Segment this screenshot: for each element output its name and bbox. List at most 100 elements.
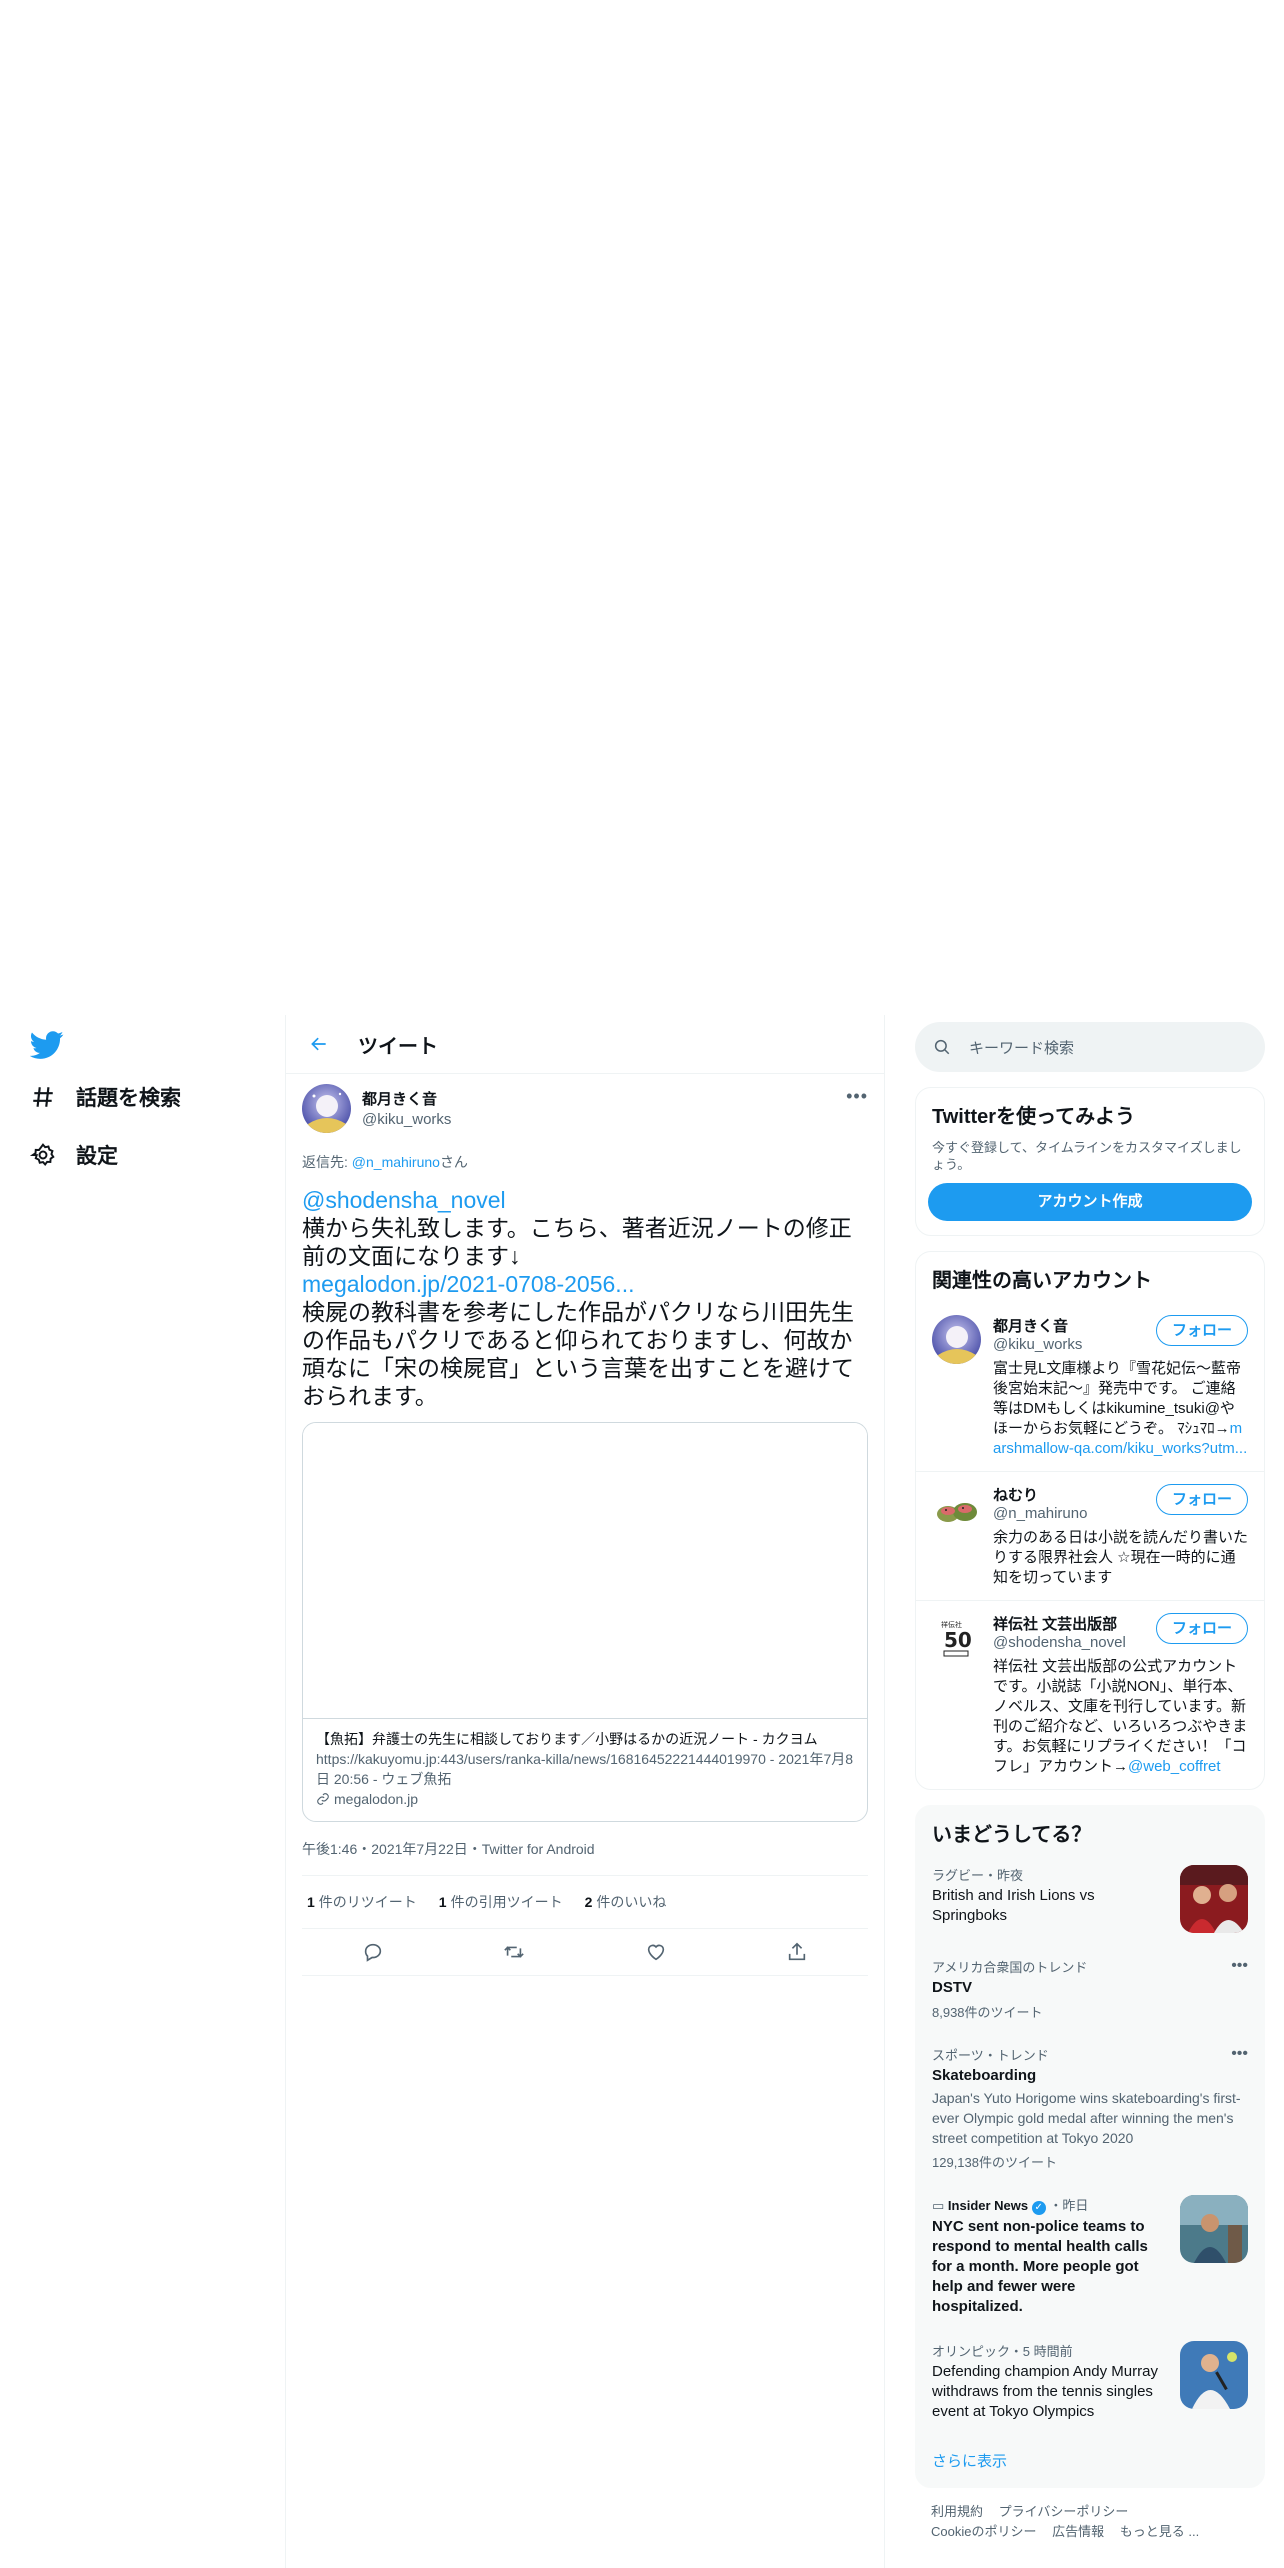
trends-panel: いまどうしてる？ ラグビー・昨夜 British and Irish Lions… [915, 1805, 1265, 2488]
reply-to: 返信先: @n_mahirunoさん [302, 1152, 868, 1172]
nav-settings[interactable]: 設定 [30, 1140, 118, 1170]
tweet-meta[interactable]: 午後1:46・2021年7月22日・Twitter for Android [302, 1839, 868, 1876]
reply-suffix: さん [439, 1154, 468, 1170]
tweet-body-1: 横から失礼致します。こちら、著者近況ノートの修正前の文面になります↓ [302, 1215, 852, 1269]
reply-to-link[interactable]: @n_mahiruno [352, 1154, 440, 1170]
card-title: 【魚拓】弁護士の先生に相談しております／小野はるかの近況ノート - カクヨム [316, 1731, 818, 1747]
trend-description: Japan's Yuto Horigome wins skateboarding… [932, 2090, 1241, 2146]
tweet: 都月きく音 @kiku_works ••• 返信先: @n_mahirunoさん… [286, 1074, 884, 1976]
show-more-link[interactable]: さらに表示 [916, 2434, 1264, 2487]
more-icon[interactable]: ••• [1231, 1957, 1248, 1975]
reply-icon[interactable] [362, 1941, 384, 1963]
link-card[interactable]: 【魚拓】弁護士の先生に相談しております／小野はるかの近況ノート - カクヨム h… [302, 1422, 868, 1822]
avatar[interactable] [932, 1315, 981, 1364]
footer-link-more[interactable]: もっと見る ... [1120, 2524, 1199, 2539]
card-description: https://kakuyomu.jp:443/users/ranka-kill… [316, 1751, 854, 1787]
follow-button[interactable]: フォロー [1155, 1484, 1248, 1515]
account-bio: 祥伝社 文芸出版部の公式アカウントです。小説誌「小説NON」、単行本、ノベルス、… [993, 1658, 1248, 1775]
tweet-body-2: 検屍の教科書を参考にした作品がパクリなら川田先生の作品もパクリであると仰られてお… [302, 1299, 854, 1409]
retweet-icon[interactable] [503, 1941, 525, 1963]
nav-explore[interactable]: 話題を検索 [30, 1082, 181, 1112]
hashtag-icon [33, 1087, 53, 1107]
account-item[interactable]: 祥伝社 50 祥伝社 文芸出版部 @shodensha_novel 祥伝社 文芸出… [916, 1600, 1264, 1789]
footer: 利用規約 プライバシーポリシー Cookieのポリシー 広告情報 もっと見る .… [915, 2488, 1265, 2556]
nav-settings-label: 設定 [76, 1145, 118, 1168]
trend-title: British and Irish Lions vs Springboks [932, 1887, 1095, 1924]
trend-item[interactable]: アメリカ合衆国のトレンド DSTV 8,938件のツイート ••• [916, 1945, 1264, 2033]
trend-context: オリンピック・5 時間前 [932, 2344, 1073, 2359]
trend-item[interactable]: オリンピック・5 時間前 Defending champion Andy Mur… [916, 2329, 1264, 2434]
search-box[interactable]: キーワード検索 [915, 1022, 1265, 1072]
account-item[interactable]: ねむり @n_mahiruno 余力のある日は小説を読んだり書いたりする限界社会… [916, 1471, 1264, 1600]
search-icon [934, 1039, 950, 1055]
trend-item[interactable]: スポーツ・トレンド Skateboarding Japan's Yuto Hor… [916, 2033, 1264, 2183]
trend-title: Defending champion Andy Murray withdraws… [932, 2363, 1158, 2420]
tweet-link[interactable]: megalodon.jp/2021-0708-2056... [302, 1270, 868, 1298]
more-icon[interactable]: ••• [846, 1086, 868, 1107]
footer-link-terms[interactable]: 利用規約 [931, 2504, 983, 2519]
news-source-icon: ▭ [932, 2198, 945, 2213]
trend-item[interactable]: ラグビー・昨夜 British and Irish Lions vs Sprin… [916, 1853, 1264, 1945]
tweet-text: @shodensha_novel 横から失礼致します。こちら、著者近況ノートの修… [302, 1186, 868, 1410]
tweet-author: 都月きく音 @kiku_works ••• [302, 1084, 868, 1142]
arrow-left-icon [311, 1037, 326, 1051]
trend-title: DSTV [932, 1979, 973, 1996]
tweet-stats: 1 件のリツイート 1 件の引用ツイート 2 件のいいね [302, 1876, 868, 1929]
right-sidebar: キーワード検索 Twitterを使ってみよう 今すぐ登録して、タイムラインをカス… [915, 1015, 1265, 2556]
retweet-count[interactable]: 1 件のリツイート [307, 1892, 417, 1912]
search-input[interactable]: キーワード検索 [969, 1037, 1074, 1058]
link-icon [317, 1793, 329, 1805]
svg-text:50: 50 [944, 1628, 972, 1652]
related-title: 関連性の高いアカウント [932, 1270, 1152, 1292]
page-title: ツイート [358, 1035, 438, 1058]
avatar[interactable]: 祥伝社 50 [932, 1613, 981, 1662]
author-name[interactable]: 都月きく音 [362, 1088, 451, 1109]
related-accounts-panel: 関連性の高いアカウント 都月きく音 @kiku_works 富士見L文庫様より『… [915, 1251, 1265, 1790]
back-button[interactable] [302, 1027, 336, 1061]
news-time: ・昨日 [1049, 2198, 1089, 2213]
trend-count: 8,938件のツイート [932, 2005, 1043, 2020]
follow-button[interactable]: フォロー [1155, 1315, 1248, 1346]
card-domain: megalodon.jp [316, 1789, 854, 1809]
account-bio-link[interactable]: @web_coffret [1128, 1758, 1221, 1775]
account-bio: 余力のある日は小説を読んだり書いたりする限界社会人 ☆現在一時的に通知を切ってい… [993, 1529, 1249, 1586]
footer-link-cookies[interactable]: Cookieのポリシー [931, 2524, 1036, 2539]
main-header: ツイート [286, 1015, 884, 1074]
trend-count: 129,138件のツイート [932, 2155, 1057, 2170]
trend-context: スポーツ・トレンド [932, 2048, 1049, 2063]
like-icon[interactable] [645, 1941, 667, 1963]
share-icon[interactable] [786, 1941, 808, 1963]
signup-title: Twitterを使ってみよう [932, 1106, 1136, 1128]
tweet-actions [302, 1929, 868, 1976]
mention-link[interactable]: @shodensha_novel [302, 1186, 868, 1214]
avatar[interactable] [932, 1484, 981, 1533]
left-nav: 話題を検索 設定 [0, 1015, 285, 2568]
trend-image [1180, 1865, 1248, 1933]
follow-button[interactable]: フォロー [1155, 1613, 1248, 1644]
footer-link-privacy[interactable]: プライバシーポリシー [999, 2504, 1129, 2519]
twitter-logo-icon[interactable] [30, 1028, 64, 1062]
more-icon[interactable]: ••• [1231, 2045, 1248, 2063]
account-bio: 富士見L文庫様より『雪花妃伝～藍帝後宮始末記～』発売中です。 ご連絡等はDMもし… [993, 1360, 1248, 1457]
signup-description: 今すぐ登録して、タイムラインをカスタマイズしましょう。 [932, 1140, 1242, 1172]
nav-explore-label: 話題を検索 [76, 1087, 181, 1110]
account-item[interactable]: 都月きく音 @kiku_works 富士見L文庫様より『雪花妃伝～藍帝後宮始末記… [916, 1303, 1264, 1471]
footer-link-ads[interactable]: 広告情報 [1052, 2524, 1104, 2539]
trend-image [1180, 2341, 1248, 2409]
card-image [303, 1423, 867, 1719]
avatar[interactable] [302, 1084, 351, 1133]
trends-title: いまどうしてる？ [932, 1824, 1092, 1846]
verified-icon: ✓ [1031, 2201, 1046, 2215]
trend-title: Skateboarding [932, 2067, 1037, 2084]
like-count[interactable]: 2 件のいいね [585, 1892, 667, 1912]
quote-count[interactable]: 1 件の引用ツイート [439, 1892, 563, 1912]
create-account-button[interactable]: アカウント作成 [928, 1183, 1252, 1221]
news-source: Insider News [947, 2198, 1029, 2213]
author-handle[interactable]: @kiku_works [362, 1111, 451, 1128]
trend-item[interactable]: ▭ Insider News ✓ ・昨日 NYC sent non-police… [916, 2183, 1264, 2329]
gear-icon [30, 1143, 55, 1166]
main-column: ツイート 都月きく音 @kiku_works ••• 返信先: @n_mahir… [285, 1015, 885, 2568]
page: 話題を検索 設定 ツイート 都月きく音 @kiku_works ••• 返信先:… [0, 1015, 1284, 2568]
card-domain-text: megalodon.jp [334, 1791, 419, 1807]
signup-panel: Twitterを使ってみよう 今すぐ登録して、タイムラインをカスタマイズしましょ… [915, 1087, 1265, 1236]
